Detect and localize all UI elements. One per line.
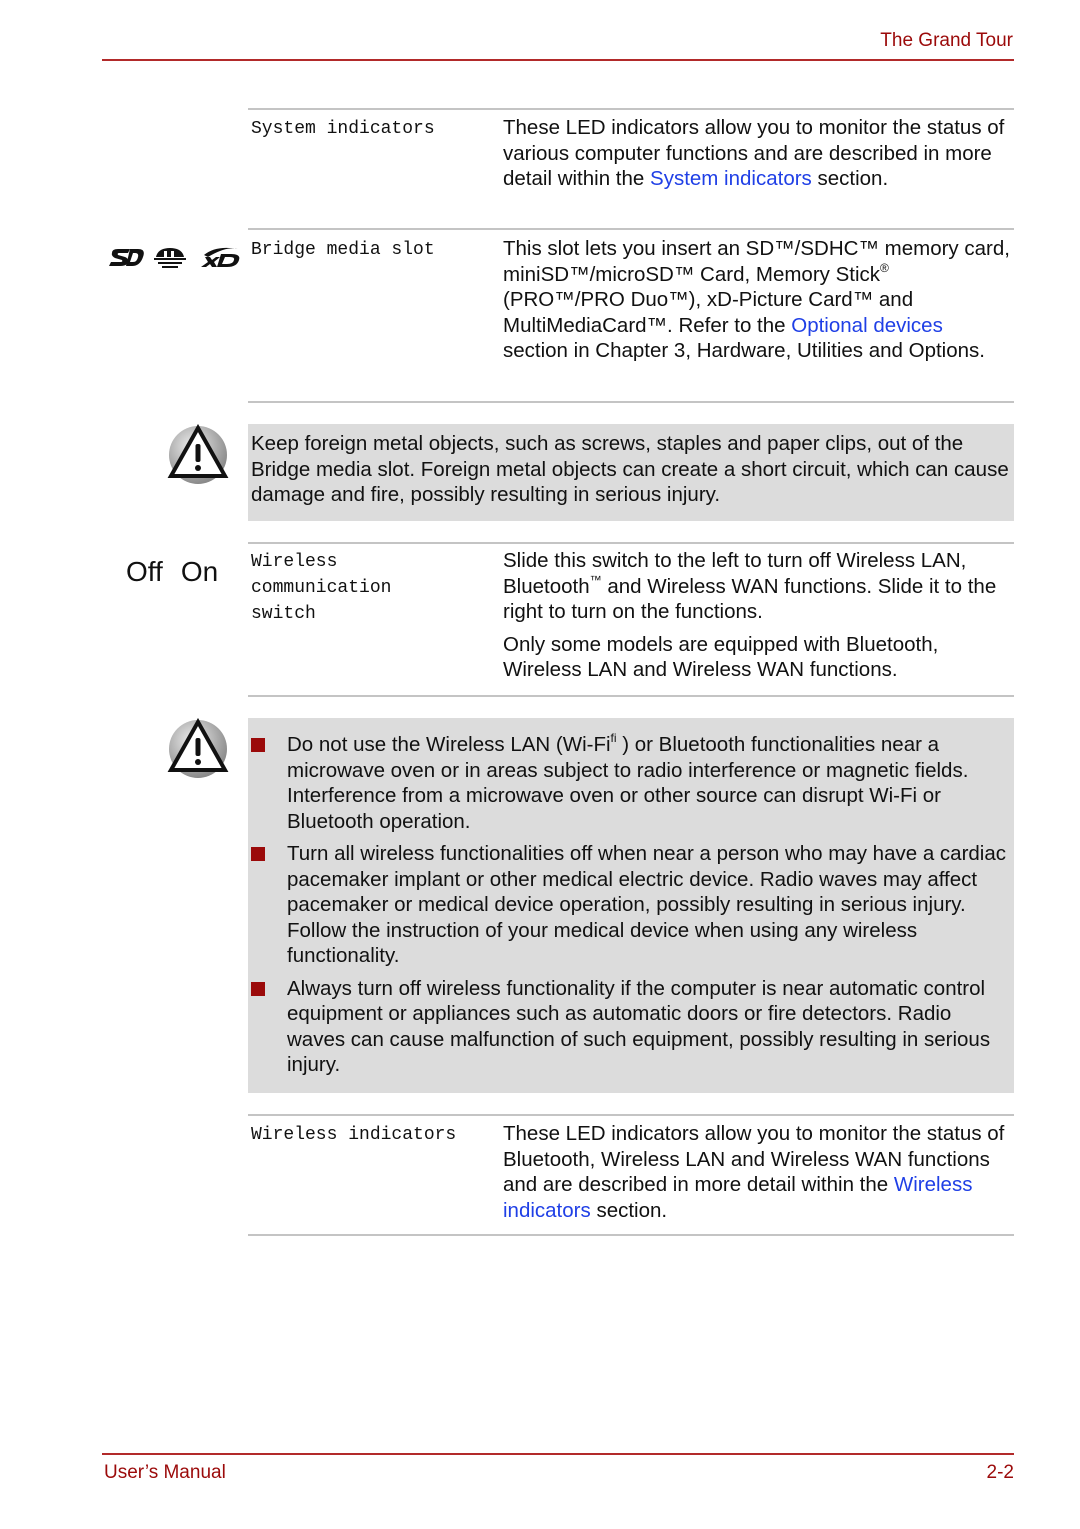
- description-text: section.: [590, 1198, 668, 1222]
- bullet-square-icon: [251, 847, 265, 861]
- table-divider: [248, 542, 1014, 544]
- description-wireless-switch: Slide this switch to the left to turn of…: [503, 548, 1013, 683]
- link-system-indicators[interactable]: System indicators: [650, 167, 812, 190]
- page-number: 2-2: [986, 1462, 1014, 1483]
- description-wireless-indicators: These LED indicators allow you to monito…: [503, 1121, 1013, 1223]
- trademark-mark: ™: [589, 572, 602, 587]
- warning-bullet-item: Do not use the Wireless LAN (Wi-Fifi ) o…: [248, 732, 1006, 834]
- warning-note-bridge-media: Keep foreign metal objects, such as scre…: [248, 424, 1014, 521]
- warning-note-wireless: Do not use the Wireless LAN (Wi-Fifi ) o…: [248, 718, 1014, 1093]
- footer-manual-title: User’s Manual: [104, 1462, 226, 1483]
- warning-icon: [167, 718, 229, 778]
- registered-mark: ®: [880, 260, 889, 275]
- bullet-square-icon: [251, 738, 265, 752]
- term-bridge-media-slot: Bridge media slot: [251, 240, 435, 260]
- bullet-text: Turn all wireless functionalities off wh…: [287, 842, 1007, 967]
- table-divider: [248, 108, 1014, 110]
- bullet-square-icon: [251, 981, 265, 996]
- running-header-title: The Grand Tour: [880, 30, 1013, 51]
- bullet-text: Do not use the Wireless LAN (Wi-Fi: [287, 733, 611, 756]
- term-line: Wireless: [251, 552, 338, 572]
- description-text: This slot lets you insert an SD™/SDHC™ m…: [503, 237, 1010, 286]
- term-system-indicators: System indicators: [251, 119, 435, 139]
- warning-bullet-item: Turn all wireless functionalities off wh…: [248, 841, 1006, 969]
- table-divider: [248, 695, 1014, 697]
- term-line: switch: [251, 604, 316, 624]
- description-note: Only some models are equipped with Bluet…: [503, 632, 939, 682]
- footer-divider: [102, 1453, 1014, 1455]
- xd-picture-card-logo-icon: [201, 247, 240, 267]
- description-bridge-media-slot: This slot lets you insert an SD™/SDHC™ m…: [503, 236, 1013, 364]
- warning-bullet-list: Do not use the Wireless LAN (Wi-Fifi ) o…: [248, 732, 1006, 1078]
- description-system-indicators: These LED indicators allow you to monito…: [503, 115, 1013, 192]
- bullet-text: Always turn off wireless functionality i…: [287, 976, 991, 1077]
- term-wireless-indicators: Wireless indicators: [251, 1125, 457, 1145]
- link-optional-devices[interactable]: Optional devices: [791, 314, 943, 337]
- switch-off-label: Off: [126, 556, 163, 587]
- memory-stick-logo-icon: [154, 248, 186, 268]
- term-line: communication: [251, 578, 392, 598]
- warning-text: Keep foreign metal objects, such as scre…: [251, 432, 1009, 506]
- description-text: section in Chapter 3, Hardware, Utilitie…: [503, 339, 985, 362]
- table-divider: [248, 1114, 1014, 1116]
- header-divider: [102, 59, 1014, 61]
- wireless-switch-graphic: Off On: [126, 556, 218, 588]
- warning-icon: [167, 424, 229, 484]
- term-wireless-communication-switch: Wireless communication switch: [251, 549, 391, 627]
- switch-on-label: On: [180, 556, 219, 587]
- description-text: section.: [811, 167, 889, 190]
- sd-card-logo-icon: [109, 249, 144, 266]
- media-logos: [108, 245, 242, 269]
- table-divider: [248, 1234, 1014, 1236]
- table-divider: [248, 401, 1014, 403]
- table-divider: [248, 228, 1014, 230]
- warning-bullet-item: Always turn off wireless functionality i…: [248, 976, 1006, 1078]
